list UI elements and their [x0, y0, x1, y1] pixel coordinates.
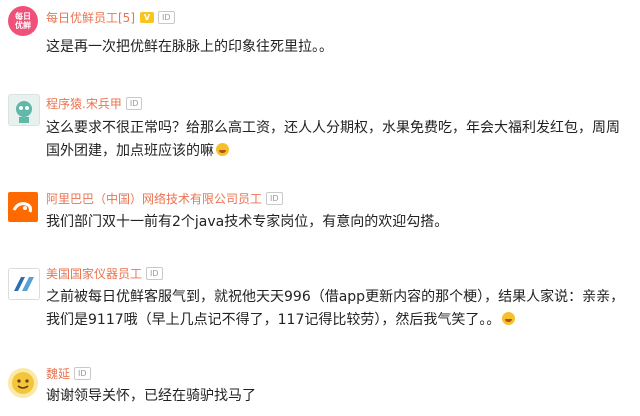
id-badge: ID — [146, 267, 163, 280]
username[interactable]: 程序猿.宋兵甲 — [46, 95, 122, 112]
id-badge: ID — [266, 192, 283, 205]
laugh-emoji-icon — [502, 312, 516, 325]
username-row: 阿里巴巴（中国）网络技术有限公司员工 ID — [46, 190, 283, 207]
avatar[interactable] — [8, 94, 40, 126]
id-badge: ID — [125, 97, 143, 110]
username[interactable]: 每日优鲜员工[5] — [46, 9, 135, 26]
avatar-logo-text: 每日 优鲜 — [15, 12, 31, 30]
vip-icon: V — [140, 12, 154, 23]
username-row: 程序猿.宋兵甲 ID — [46, 95, 143, 112]
avatar[interactable] — [8, 268, 40, 300]
laugh-emoji-icon — [216, 143, 229, 156]
username[interactable]: 魏延 — [46, 365, 70, 382]
comment-text: 之前被每日优鲜客服气到，就祝他天天996（借app更新内容的那个梗），结果人家说… — [46, 289, 625, 328]
comment-text: 这么要求不很正常吗？给那么高工资，还人人分期权，水果免费吃，年会大福利发红包，周… — [46, 120, 620, 159]
username[interactable]: 美国国家仪器员工 — [46, 265, 142, 282]
robot-icon — [16, 101, 32, 123]
avatar[interactable] — [8, 368, 38, 398]
username-row: 每日优鲜员工[5] V ID — [46, 9, 175, 26]
ni-logo-icon — [14, 277, 34, 291]
username[interactable]: 阿里巴巴（中国）网络技术有限公司员工 — [46, 190, 262, 207]
comment-text: 我们部门双十一前有2个java技术专家岗位，有意向的欢迎勾搭。 — [46, 214, 449, 230]
alibaba-logo-icon — [12, 202, 32, 213]
comment-text: 这是再一次把优鲜在脉脉上的印象往死里拉。。 — [46, 39, 333, 55]
id-badge: ID — [74, 367, 91, 380]
smiley-face-icon — [12, 372, 34, 394]
comment-text: 谢谢领导关怀，已经在骑驴找马了 — [46, 388, 256, 404]
avatar[interactable] — [8, 192, 38, 222]
id-badge: ID — [158, 11, 175, 24]
avatar[interactable]: 每日 优鲜 — [8, 6, 38, 36]
username-row: 魏延 ID — [46, 365, 91, 382]
username-row: 美国国家仪器员工 ID — [46, 265, 163, 282]
